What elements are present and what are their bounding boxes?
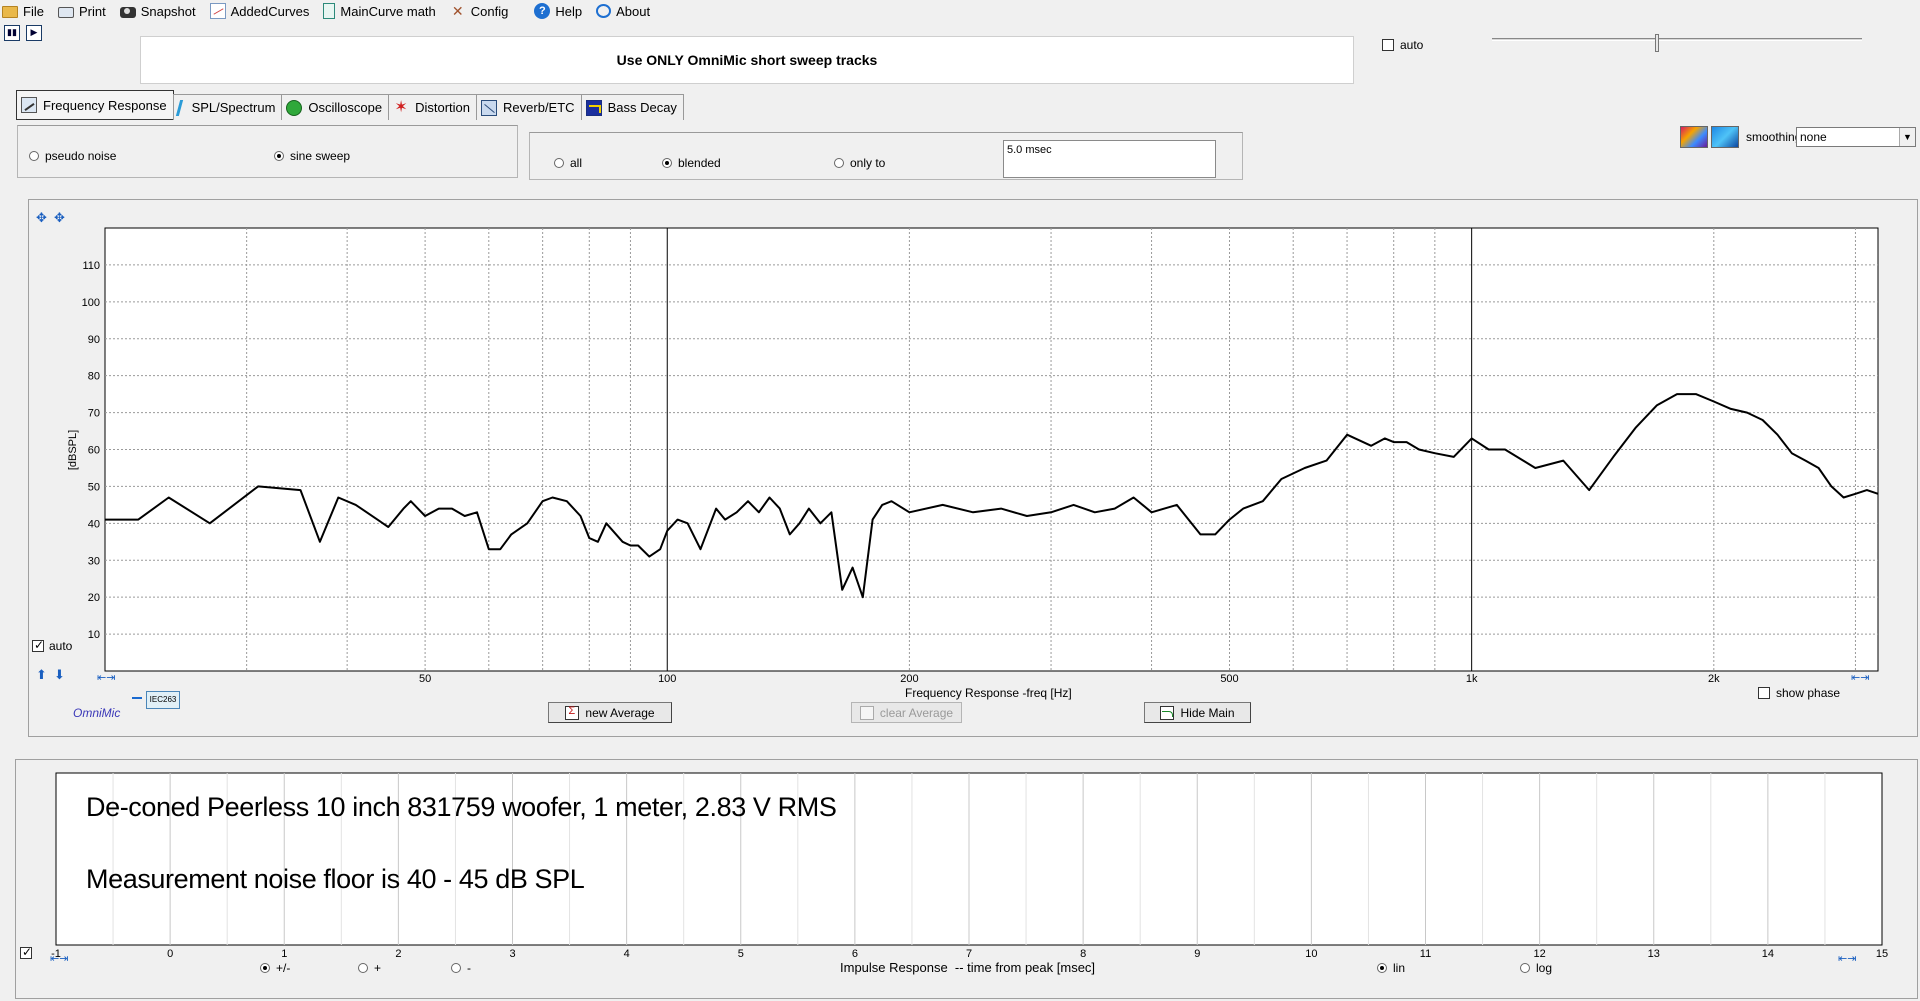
clear-average-button[interactable]: clear Average [851,702,962,723]
y-tick-label: 110 [82,260,100,272]
y-tick-label: 40 [88,518,100,530]
checkbox-box[interactable] [1758,687,1770,699]
radio-scale-log[interactable]: log [1520,961,1552,975]
x-tick-label: 1k [1466,673,1478,685]
measurement-note-1: De-coned Peerless 10 inch 831759 woofer,… [86,792,837,822]
omnimic-logo: OmniMic [73,706,121,720]
x-tick-label: 2k [1708,673,1720,685]
radio-circle[interactable] [260,963,270,973]
y-tick-label: 90 [88,334,100,346]
y-tick-label: 100 [82,297,100,309]
radio-circle[interactable] [1377,963,1387,973]
x-tick-label: 100 [658,673,676,685]
curve-icon [1160,705,1175,720]
y-tick-label: 30 [88,555,100,567]
x-tick-label: 50 [419,673,431,685]
checkbox-box[interactable] [20,945,32,959]
radio-circle[interactable] [451,963,461,973]
frequency-response-chart: 10 20 30 40 50 60 70 80 90 100 110 50 100 200 500 1k 2k [… [67,227,1879,685]
new-average-button[interactable]: new Average [548,702,672,723]
y-tick-label: 80 [88,371,100,383]
y-tick-label: 60 [88,445,100,457]
radio-circle[interactable] [1520,963,1530,973]
impulse-x-axis-title: Impulse Response -- time from peak [msec… [840,960,1096,975]
legend-line [132,697,142,699]
checkbox-box[interactable] [32,638,44,652]
app-window: File Print Snapshot AddedCurves MainCurv… [0,0,1920,1001]
clear-icon [859,705,874,720]
radio-circle[interactable] [358,963,368,973]
impulse-auto-checkbox[interactable] [20,944,32,959]
impulse-scroll-left-icon[interactable]: ⇤⇥ [50,953,68,966]
impulse-scroll-right-icon[interactable]: ⇤⇥ [1838,953,1856,966]
measurement-note-2: Measurement noise floor is 40 - 45 dB SP… [86,864,585,894]
y-tick-label: 10 [88,629,100,641]
radio-polarity-minus[interactable]: - [451,961,471,975]
chart-auto-checkbox[interactable]: auto [32,638,72,653]
legend-curve-name[interactable]: IEC263 [146,691,180,709]
x-tick-label: 500 [1220,673,1238,685]
hide-main-button[interactable]: Hide Main [1144,702,1251,723]
x-tick-label: 200 [900,673,918,685]
radio-polarity-plus[interactable]: + [358,961,381,975]
average-icon [565,705,580,720]
y-tick-label: 70 [88,408,100,420]
y-tick-label: 50 [88,481,100,493]
y-tick-label: 20 [88,592,100,604]
radio-scale-lin[interactable]: lin [1377,961,1405,975]
radio-polarity-both[interactable]: +/- [260,961,290,975]
x-axis-title: Frequency Response -freq [Hz] [905,686,1072,700]
show-phase-checkbox[interactable]: show phase [1758,686,1840,700]
y-axis-title: [dBSPL] [67,430,79,470]
